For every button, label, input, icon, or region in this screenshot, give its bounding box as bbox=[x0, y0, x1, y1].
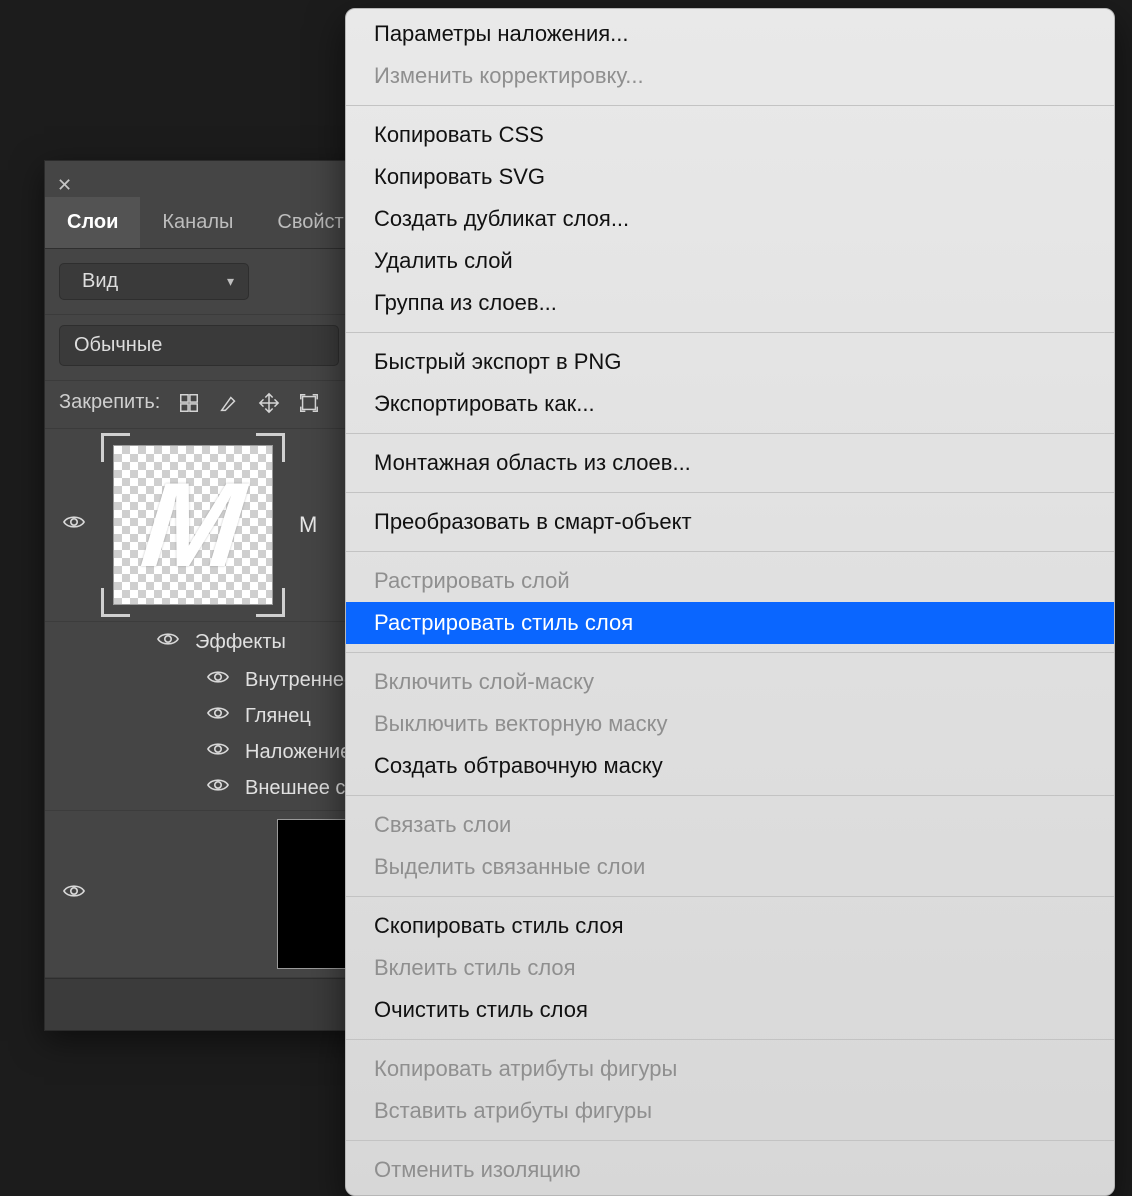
menu-separator bbox=[346, 332, 1114, 333]
menu-separator bbox=[346, 1039, 1114, 1040]
menu-item[interactable]: Копировать CSS bbox=[346, 114, 1114, 156]
lock-pixels-icon[interactable] bbox=[218, 392, 240, 414]
menu-item[interactable]: Экспортировать как... bbox=[346, 383, 1114, 425]
menu-item[interactable]: Скопировать стиль слоя bbox=[346, 905, 1114, 947]
visibility-icon[interactable] bbox=[205, 704, 231, 728]
close-icon[interactable]: ✕ bbox=[57, 175, 72, 196]
menu-separator bbox=[346, 795, 1114, 796]
menu-item: Отменить изоляцию bbox=[346, 1149, 1114, 1191]
menu-item: Связать слои bbox=[346, 804, 1114, 846]
menu-item[interactable]: Группа из слоев... bbox=[346, 282, 1114, 324]
menu-separator bbox=[346, 896, 1114, 897]
menu-item: Выделить связанные слои bbox=[346, 846, 1114, 888]
menu-item: Изменить корректировку... bbox=[346, 55, 1114, 97]
menu-item[interactable]: Копировать SVG bbox=[346, 156, 1114, 198]
visibility-icon[interactable] bbox=[155, 630, 181, 654]
menu-item: Растрировать слой bbox=[346, 560, 1114, 602]
layer-thumbnail[interactable]: M bbox=[107, 439, 279, 611]
layer-name[interactable]: M bbox=[299, 512, 317, 538]
menu-item[interactable]: Создать обтравочную маску bbox=[346, 745, 1114, 787]
visibility-icon[interactable] bbox=[61, 882, 87, 906]
effects-header-label: Эффекты bbox=[195, 631, 286, 654]
menu-separator bbox=[346, 652, 1114, 653]
visibility-icon[interactable] bbox=[61, 513, 87, 537]
lock-label: Закрепить: bbox=[59, 391, 160, 414]
menu-separator bbox=[346, 551, 1114, 552]
menu-item: Вклеить стиль слоя bbox=[346, 947, 1114, 989]
menu-item[interactable]: Удалить слой bbox=[346, 240, 1114, 282]
chevron-down-icon: ▾ bbox=[227, 273, 234, 290]
lock-artboard-icon[interactable] bbox=[298, 392, 320, 414]
menu-item: Копировать атрибуты фигуры bbox=[346, 1048, 1114, 1090]
menu-separator bbox=[346, 433, 1114, 434]
menu-item: Включить слой-маску bbox=[346, 661, 1114, 703]
menu-separator bbox=[346, 105, 1114, 106]
visibility-icon[interactable] bbox=[205, 740, 231, 764]
menu-separator bbox=[346, 1140, 1114, 1141]
layer-context-menu: Параметры наложения...Изменить корректир… bbox=[345, 8, 1115, 1196]
menu-item: Вставить атрибуты фигуры bbox=[346, 1090, 1114, 1132]
menu-item[interactable]: Создать дубликат слоя... bbox=[346, 198, 1114, 240]
menu-separator bbox=[346, 492, 1114, 493]
menu-item[interactable]: Быстрый экспорт в PNG bbox=[346, 341, 1114, 383]
visibility-icon[interactable] bbox=[205, 776, 231, 800]
lock-transparency-icon[interactable] bbox=[178, 392, 200, 414]
filter-kind-select[interactable]: Вид ▾ bbox=[59, 263, 249, 300]
tab-channels[interactable]: Каналы bbox=[140, 197, 255, 248]
menu-item[interactable]: Растрировать стиль слоя bbox=[346, 602, 1114, 644]
blend-mode-label: Обычные bbox=[74, 334, 162, 356]
filter-kind-label: Вид bbox=[82, 270, 118, 293]
blend-mode-select[interactable]: Обычные bbox=[59, 325, 339, 366]
menu-item[interactable]: Очистить стиль слоя bbox=[346, 989, 1114, 1031]
menu-item[interactable]: Преобразовать в смарт-объект bbox=[346, 501, 1114, 543]
tab-layers[interactable]: Слои bbox=[45, 197, 140, 248]
menu-item[interactable]: Параметры наложения... bbox=[346, 13, 1114, 55]
effect-label: Глянец bbox=[245, 705, 311, 728]
menu-item[interactable]: Монтажная область из слоев... bbox=[346, 442, 1114, 484]
lock-position-icon[interactable] bbox=[258, 392, 280, 414]
visibility-icon[interactable] bbox=[205, 668, 231, 692]
menu-item: Выключить векторную маску bbox=[346, 703, 1114, 745]
